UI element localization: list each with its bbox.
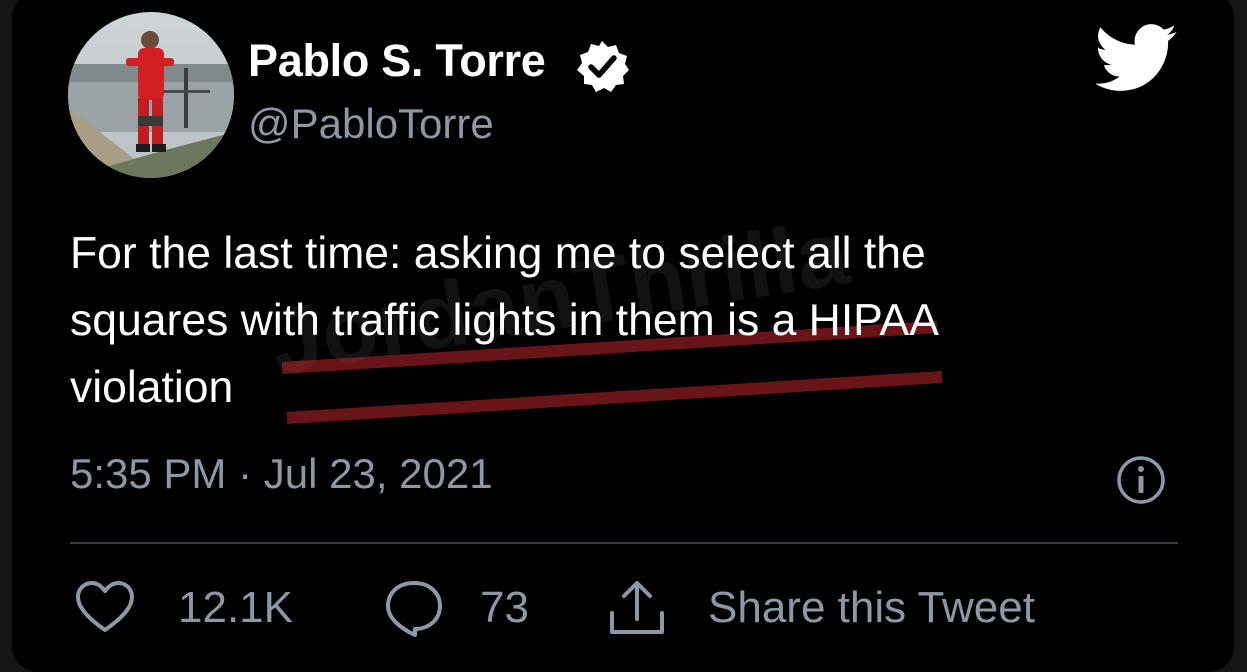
reply-count: 73	[480, 583, 529, 632]
avatar[interactable]	[68, 12, 234, 178]
like-count: 12.1K	[178, 583, 293, 632]
handle[interactable]: @PabloTorre	[248, 100, 494, 148]
info-icon[interactable]	[1115, 454, 1167, 506]
share-button[interactable]: Share this Tweet	[606, 580, 1035, 636]
twitter-bird-icon[interactable]	[1096, 22, 1178, 94]
reply-button[interactable]: 73	[384, 580, 529, 637]
like-button[interactable]: 12.1K	[74, 580, 293, 636]
tweet-text: For the last time: asking me to select a…	[70, 220, 1100, 421]
reply-bubble-icon	[386, 581, 442, 637]
tweet-text-line: For the last time: asking me to select a…	[70, 229, 926, 278]
tweet-text-line: squares with traffic lights in them is a…	[70, 296, 939, 345]
divider	[70, 542, 1178, 544]
share-label: Share this Tweet	[708, 583, 1035, 632]
share-icon	[610, 581, 664, 634]
display-name[interactable]: Pablo S. Torre	[248, 35, 546, 87]
heart-icon	[76, 581, 134, 632]
tweet-timestamp[interactable]: 5:35 PM · Jul 23, 2021	[70, 450, 493, 498]
tweet-card: Pablo S. Torre @PabloTorre JordanThrilla…	[12, 0, 1234, 672]
verified-badge-icon	[577, 41, 629, 92]
tweet-text-line: violation	[70, 363, 234, 412]
